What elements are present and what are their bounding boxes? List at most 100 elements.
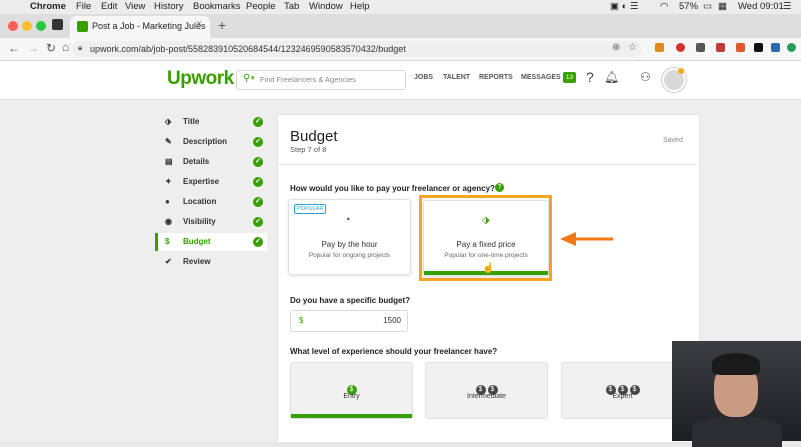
divider — [278, 164, 698, 165]
sidebar-item-label: Visibility — [183, 217, 216, 226]
experience-question: What level of experience should your fre… — [290, 347, 498, 356]
check-icon: ✓ — [253, 137, 263, 147]
option-subtitle: Popular for one-time projects — [444, 252, 528, 259]
tab-close-icon[interactable]: × — [196, 19, 202, 30]
budget-question: Do you have a specific budget? — [290, 296, 411, 305]
browser-tab-active[interactable]: Post a Job - Marketing Jules × — [70, 16, 210, 38]
browser-tab-strip: Post a Job - Marketing Jules × + — [0, 14, 801, 38]
tab-title: Post a Job - Marketing Jules — [92, 21, 206, 31]
menu-edit[interactable]: Edit — [101, 1, 117, 12]
sidebar-item-label: Details — [183, 157, 210, 166]
menu-people[interactable]: People — [246, 1, 276, 12]
home-icon[interactable]: ⌂ — [62, 40, 69, 54]
menu-app-name[interactable]: Chrome — [30, 1, 66, 12]
status-dot — [678, 68, 684, 74]
pay-hourly-option[interactable]: POPULAR ◔ Pay by the hour Popular for on… — [288, 199, 411, 275]
sidebar-item-label: Title — [183, 117, 200, 126]
check-icon: ✓ — [253, 237, 263, 247]
popular-badge: POPULAR — [294, 204, 327, 214]
presenter-hair — [712, 353, 760, 375]
battery-percent: 57% — [679, 1, 699, 12]
window-minimize-button[interactable] — [22, 21, 32, 31]
reload-icon[interactable]: ↻ — [46, 41, 56, 55]
edit-icon: ✎ — [165, 137, 172, 146]
sidebar-item-details[interactable]: ▤ Details ✓ — [155, 153, 267, 171]
sidebar-item-title[interactable]: ⬗ Title ✓ — [155, 113, 267, 131]
check-icon: ✓ — [253, 157, 263, 167]
sidebar-item-expertise[interactable]: ✦ Expertise ✓ — [155, 173, 267, 191]
bookmark-star-icon[interactable]: ☆ — [628, 42, 637, 53]
back-icon[interactable]: ← — [8, 41, 20, 55]
sidebar-item-review[interactable]: ✔ Review — [155, 253, 267, 271]
upwork-logo[interactable]: Upwork — [167, 68, 234, 90]
pay-fixed-option[interactable]: ⬗ Pay a fixed price Popular for one-time… — [423, 200, 549, 276]
document-icon: ▤ — [165, 157, 173, 166]
menu-help[interactable]: Help — [350, 1, 370, 12]
menu-window[interactable]: Window — [309, 1, 343, 12]
team-icon[interactable]: ⚇ — [640, 70, 651, 84]
search-input[interactable]: ⚲ ▾ Find Freelancers & Agencies — [236, 70, 406, 90]
trello-tab-icon[interactable] — [52, 19, 63, 30]
notification-bell-icon[interactable]: 🔔︎ — [604, 70, 619, 84]
forward-icon[interactable]: → — [27, 41, 39, 55]
saved-status: Saved — [663, 137, 683, 144]
help-icon[interactable]: ? — [586, 69, 594, 85]
experience-entry-option[interactable]: $ Entry — [290, 362, 413, 419]
sidebar-item-label: Budget — [183, 237, 211, 246]
option-title: Pay by the hour — [321, 240, 378, 249]
new-tab-icon[interactable]: + — [218, 17, 226, 33]
menu-history[interactable]: History — [154, 1, 184, 12]
zoom-icon[interactable]: ⊕ — [612, 42, 620, 53]
window-close-button[interactable] — [8, 21, 18, 31]
chevron-down-icon: ▾ — [251, 75, 255, 82]
wifi-icon[interactable]: ◠ — [660, 1, 668, 12]
option-subtitle: Popular for ongoing projects — [308, 252, 391, 259]
price-tag-icon: ⬗ — [482, 215, 490, 226]
menu-bookmarks[interactable]: Bookmarks — [193, 1, 241, 12]
extension-icon[interactable] — [696, 43, 705, 52]
extension-icon[interactable] — [771, 43, 780, 52]
menu-file[interactable]: File — [76, 1, 91, 12]
presenter-shoulders — [692, 417, 782, 447]
check-icon: ✓ — [253, 177, 263, 187]
extension-icon[interactable] — [754, 43, 763, 52]
upwork-favicon-icon — [77, 21, 88, 32]
messages-badge: 13 — [563, 72, 576, 83]
check-icon: ✓ — [253, 217, 263, 227]
eye-icon: ◉ — [165, 217, 172, 226]
nav-jobs[interactable]: JOBS — [414, 74, 433, 81]
check-icon: ✓ — [253, 197, 263, 207]
budget-input[interactable]: $ 1500 — [290, 310, 408, 332]
sidebar-item-description[interactable]: ✎ Description ✓ — [155, 133, 267, 151]
menu-tab[interactable]: Tab — [284, 1, 299, 12]
lock-icon: 🔒︎ — [78, 43, 83, 52]
nav-messages[interactable]: MESSAGES — [521, 74, 561, 81]
profile-icon[interactable] — [787, 43, 796, 52]
flag-icon[interactable]: ▦ — [718, 1, 727, 12]
extension-icon[interactable] — [655, 43, 664, 52]
extension-icon[interactable] — [676, 43, 685, 52]
extension-icon[interactable] — [716, 43, 725, 52]
help-icon[interactable]: ? — [495, 183, 504, 192]
sidebar-item-budget[interactable]: $ Budget ✓ — [155, 233, 267, 251]
menu-view[interactable]: View — [125, 1, 145, 12]
address-bar[interactable]: 🔒︎ upwork.com/ab/job-post/55828391052068… — [72, 41, 642, 57]
sidebar-item-visibility[interactable]: ◉ Visibility ✓ — [155, 213, 267, 231]
experience-expert-option[interactable]: $ $ $ Expert — [561, 362, 684, 419]
clock-icon: ◔ — [344, 214, 351, 226]
battery-icon[interactable]: ▭ — [703, 1, 712, 12]
brave-icon[interactable] — [736, 43, 745, 52]
search-icon: ⚲ — [243, 73, 251, 84]
window-maximize-button[interactable] — [36, 21, 46, 31]
dollar-icon: $ — [165, 237, 170, 246]
nav-talent[interactable]: TALENT — [443, 74, 470, 81]
menu-list-icon[interactable]: ☰ — [783, 1, 792, 12]
nav-reports[interactable]: REPORTS — [479, 74, 513, 81]
search-placeholder: Find Freelancers & Agencies — [260, 75, 356, 84]
upwork-logo-text: Upwork — [167, 68, 234, 89]
mac-menu-bar: Chrome File Edit View History Bookmarks … — [0, 0, 801, 14]
experience-intermediate-option[interactable]: $ $ Intermediate — [425, 362, 548, 419]
page-title: Budget — [290, 128, 338, 145]
sidebar-item-location[interactable]: ● Location ✓ — [155, 193, 267, 211]
sidebar-item-label: Location — [183, 197, 217, 206]
